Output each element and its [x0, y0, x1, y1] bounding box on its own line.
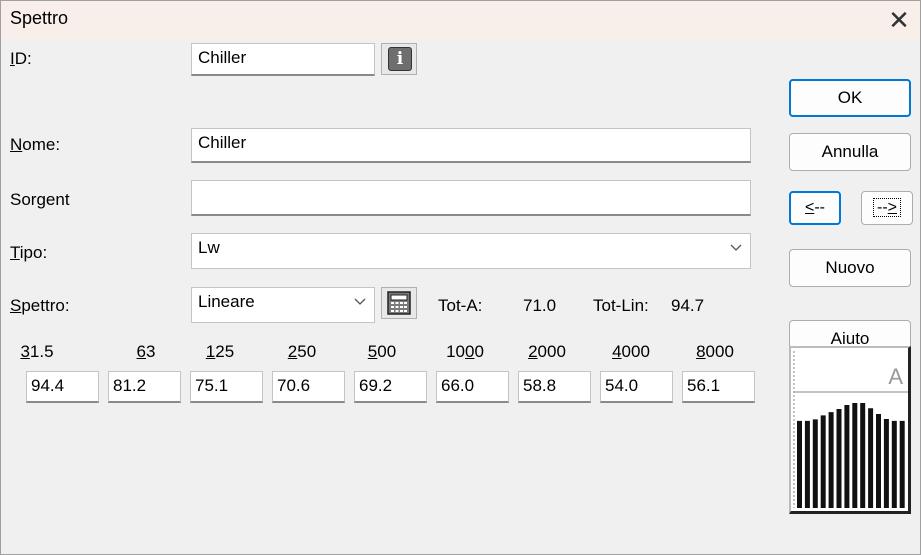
- tot-a-label: Tot-A:: [438, 296, 483, 315]
- band-label-500: 500: [367, 342, 397, 361]
- close-icon[interactable]: ✕: [882, 3, 916, 37]
- band-value-8000[interactable]: 56.1: [682, 371, 755, 403]
- preview-bar: [891, 420, 897, 508]
- title-bar: Spettro ✕: [1, 1, 920, 39]
- preview-bar: [820, 415, 826, 508]
- id-label: ID:: [10, 49, 32, 68]
- band-value-1000[interactable]: 66.0: [436, 371, 509, 403]
- band-label-63: 63: [136, 342, 156, 361]
- nuovo-button[interactable]: Nuovo: [789, 249, 911, 287]
- tipo-label: Tipo:: [10, 243, 48, 262]
- preview-bar: [844, 405, 850, 508]
- tot-a-value: 71.0: [523, 296, 557, 315]
- preview-bar: [883, 419, 889, 508]
- spettro-label: Spettro:: [10, 296, 70, 315]
- band-label-4000: 4000: [612, 342, 650, 361]
- band-value-2000[interactable]: 58.8: [518, 371, 591, 403]
- band-value-4000[interactable]: 54.0: [600, 371, 673, 403]
- calculator-icon: [387, 291, 411, 315]
- id-field[interactable]: Chiller: [191, 43, 375, 76]
- preview-bar: [899, 420, 905, 508]
- sorgente-label: Sorgent: [10, 190, 70, 209]
- spectrum-preview-chart: A: [793, 351, 908, 508]
- band-label-31.5: 31.5: [20, 342, 54, 361]
- preview-bar: [812, 419, 818, 508]
- band-label-8000: 8000: [696, 342, 734, 361]
- chevron-down-icon: [354, 298, 366, 305]
- annulla-button[interactable]: Annulla: [789, 133, 911, 171]
- nome-label-text: Nome:: [10, 135, 61, 154]
- band-value-125[interactable]: 75.1: [190, 371, 263, 403]
- preview-bar: [868, 408, 874, 508]
- chevron-down-icon: [730, 244, 742, 251]
- preview-bar: [797, 420, 802, 508]
- band-value-31.5[interactable]: 94.4: [26, 371, 99, 403]
- band-value-250[interactable]: 70.6: [272, 371, 345, 403]
- window-title: Spettro: [10, 8, 69, 28]
- spettro-select[interactable]: Lineare: [191, 287, 375, 323]
- band-label-2000: 2000: [528, 342, 566, 361]
- tipo-select[interactable]: Lw: [191, 233, 751, 269]
- next-button[interactable]: -->: [861, 191, 913, 225]
- dialog-body: ID: Chiller i Nome: Chiller Sorgent Tipo…: [1, 39, 920, 554]
- info-icon: i: [388, 47, 412, 71]
- band-value-63[interactable]: 81.2: [108, 371, 181, 403]
- preview-bar: [836, 409, 842, 508]
- preview-bar: [860, 403, 866, 508]
- nome-field[interactable]: Chiller: [191, 128, 751, 163]
- preview-bar: [876, 414, 881, 508]
- previous-button[interactable]: <--: [789, 191, 841, 225]
- calculator-button[interactable]: [381, 287, 417, 319]
- preview-bar: [828, 412, 834, 508]
- preview-bar: [852, 403, 858, 508]
- spettro-dialog: Spettro ✕ ID: Chiller i Nome: Chiller So…: [0, 0, 921, 555]
- ok-button[interactable]: OK: [789, 79, 911, 117]
- tot-lin-value: 94.7: [671, 296, 705, 315]
- band-label-250: 250: [287, 342, 317, 361]
- spectrum-preview: A: [789, 346, 911, 514]
- band-label-1000: 1000: [446, 342, 484, 361]
- tipo-value: Lw: [198, 238, 220, 257]
- tot-lin-label: Tot-Lin:: [593, 296, 649, 315]
- info-button[interactable]: i: [381, 43, 417, 75]
- band-value-500[interactable]: 69.2: [354, 371, 427, 403]
- sorgente-field[interactable]: [191, 180, 751, 216]
- spettro-value: Lineare: [198, 292, 255, 311]
- preview-bar: [804, 420, 810, 508]
- band-label-125: 125: [205, 342, 235, 361]
- weighting-letter: A: [888, 364, 903, 389]
